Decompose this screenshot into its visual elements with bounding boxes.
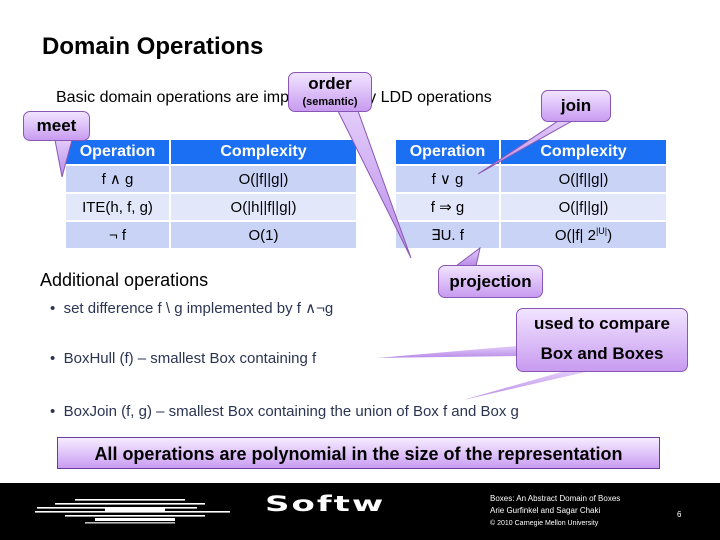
footer-copyright: © 2010 Carnegie Mellon University	[490, 520, 599, 527]
bullet-text: set difference f \ g implemented by f ∧¬…	[63, 300, 334, 317]
callout-meet: meet	[23, 111, 90, 141]
bullet-text: BoxJoin (f, g) – smallest Box containing…	[63, 403, 519, 420]
intro-text: Basic domain operations are implemented …	[56, 89, 492, 106]
header-operation: Operation	[66, 140, 169, 164]
footer-logo-text: Softw	[265, 492, 386, 517]
callout-order: order (semantic)	[288, 72, 372, 112]
additional-ops-heading: Additional operations	[40, 270, 209, 290]
complexity-cell: O(|h||f||g|)	[171, 194, 356, 220]
header-operation: Operation	[396, 140, 499, 164]
operation-cell: f ∧ g	[66, 166, 169, 192]
complexity-base: O(|f| 2	[554, 227, 596, 244]
bullet-dot: •	[50, 403, 64, 420]
callout-order-sublabel: (semantic)	[302, 96, 358, 108]
complexity-exponent: |U|	[595, 226, 608, 236]
bullet-text: BoxHull (f) – smallest Box containing f	[63, 350, 317, 367]
operation-cell: ∃U. f	[396, 222, 499, 248]
table-header-row: Operation Complexity	[396, 140, 666, 164]
basic-ops-table-left: Operation Complexity f ∧ g O(|f||g|) ITE…	[64, 138, 358, 250]
complexity-cell: O(|f||g|)	[501, 194, 666, 220]
bullet-boxhull: • BoxHull (f) – smallest Box containing …	[50, 350, 316, 367]
bullet-dot: •	[50, 300, 64, 317]
slide-title: Domain Operations	[42, 33, 264, 60]
bullet-boxjoin: • BoxJoin (f, g) – smallest Box containi…	[50, 403, 519, 420]
callout-order-label: order	[308, 74, 352, 93]
polynomial-banner: All operations are polynomial in the siz…	[57, 437, 660, 469]
bullet-set-difference: • set difference f \ g implemented by f …	[50, 299, 333, 317]
table-header-row: Operation Complexity	[66, 140, 356, 164]
table-row: ∃U. f O(|f| 2|U|)	[396, 222, 666, 248]
operation-cell: f ⇒ g	[396, 194, 499, 220]
bullet-dot: •	[50, 350, 64, 367]
complexity-cell: O(|f||g|)	[171, 166, 356, 192]
complexity-cell: O(1)	[171, 222, 356, 248]
callout-compare-line1: used to compare	[533, 314, 671, 333]
footer-line2: Arie Gurfinkel and Sagar Chaki	[490, 506, 601, 515]
header-complexity: Complexity	[501, 140, 666, 164]
complexity-cell: O(|f| 2|U|)	[501, 222, 666, 248]
callout-compare-line2: Box and Boxes	[540, 344, 664, 363]
basic-ops-table-right: Operation Complexity f ∨ g O(|f||g|) f ⇒…	[394, 138, 668, 250]
operation-cell: f ∨ g	[396, 166, 499, 192]
table-row: ¬ f O(1)	[66, 222, 356, 248]
callout-join: join	[541, 90, 611, 122]
footer-info: Boxes: An Abstract Domain of Boxes Arie …	[490, 493, 620, 517]
table-row: ITE(h, f, g) O(|h||f||g|)	[66, 194, 356, 220]
operation-cell: ¬ f	[66, 222, 169, 248]
complexity-close: )	[607, 227, 613, 244]
sei-logo-stripes-icon	[35, 499, 230, 524]
footer-line1: Boxes: An Abstract Domain of Boxes	[490, 494, 621, 503]
table-row: f ∨ g O(|f||g|)	[396, 166, 666, 192]
table-row: f ⇒ g O(|f||g|)	[396, 194, 666, 220]
table-row: f ∧ g O(|f||g|)	[66, 166, 356, 192]
boxhull-pointer	[376, 346, 517, 358]
callout-compare: used to compare Box and Boxes	[516, 308, 688, 372]
callout-projection: projection	[438, 265, 543, 298]
complexity-cell: O(|f||g|)	[501, 166, 666, 192]
page-number: 6	[677, 510, 682, 519]
projection-pointer	[454, 246, 481, 267]
operation-cell: ITE(h, f, g)	[66, 194, 169, 220]
header-complexity: Complexity	[171, 140, 356, 164]
boxjoin-pointer	[463, 371, 590, 400]
